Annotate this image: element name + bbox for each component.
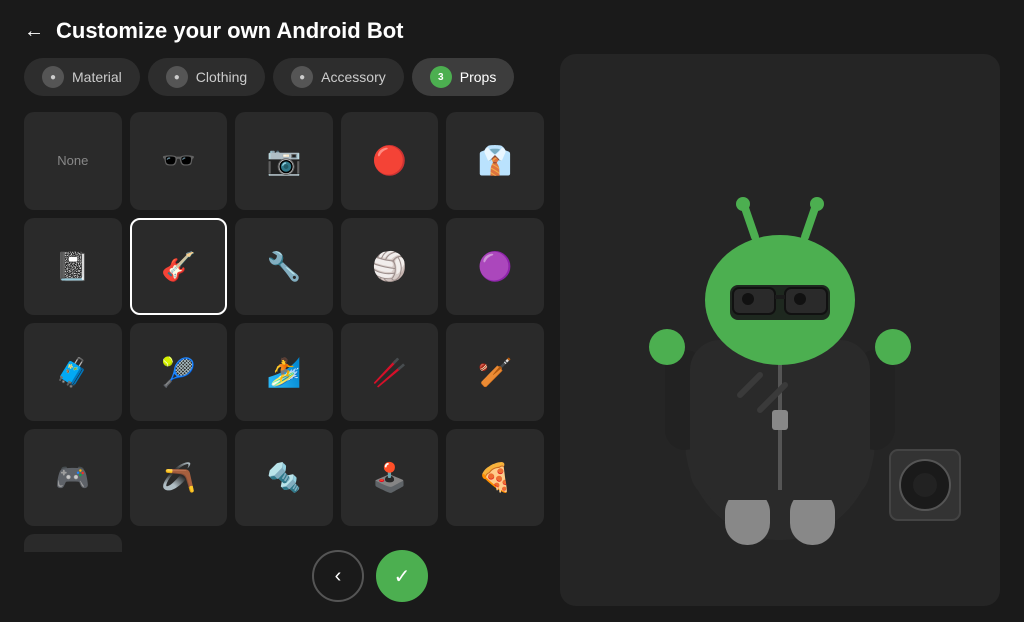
grid-item-hat[interactable]: 🩷 (24, 534, 122, 552)
grid-item-none[interactable]: None (24, 112, 122, 210)
grid-item-tools[interactable]: 🔧 (235, 218, 333, 316)
grid-item-ball[interactable]: 🏐 (341, 218, 439, 316)
grid-item-racket[interactable]: 🎾 (130, 323, 228, 421)
bottom-navigation: ‹ ✓ (312, 550, 428, 602)
grid-item-surf[interactable]: 🏄 (235, 323, 333, 421)
android-bot-image (590, 100, 970, 560)
page-title: Customize your own Android Bot (56, 18, 404, 44)
material-tab-icon: ● (42, 66, 64, 88)
grid-item-purple[interactable]: 🟣 (446, 218, 544, 316)
accessory-tab-icon: ● (291, 66, 313, 88)
grid-item-pizza[interactable]: 🍕 (446, 429, 544, 527)
back-arrow-icon: ← (24, 20, 44, 43)
grid-item-glasses1[interactable]: 🕶️ (130, 112, 228, 210)
grid-item-tie[interactable]: 👔 (446, 112, 544, 210)
clothing-tab-icon: ● (166, 66, 188, 88)
grid-item-cam[interactable]: 📷 (235, 112, 333, 210)
previous-button[interactable]: ‹ (312, 550, 364, 602)
android-preview (560, 54, 1000, 606)
confirm-button[interactable]: ✓ (376, 550, 428, 602)
preview-panel (560, 54, 1000, 606)
grid-item-chopsticks[interactable]: 🥢 (341, 323, 439, 421)
main-content: ● Material ● Clothing ● Accessory 3 Props None🕶… (0, 54, 1024, 606)
grid-item-console[interactable]: 🕹️ (341, 429, 439, 527)
grid-item-guitar[interactable]: 🎸 (130, 218, 228, 316)
tab-material[interactable]: ● Material (24, 58, 140, 96)
tab-clothing[interactable]: ● Clothing (148, 58, 265, 96)
back-button[interactable]: ← (24, 20, 44, 43)
tab-props[interactable]: 3 Props (412, 58, 515, 96)
grid-item-suitcase[interactable]: 🧳 (24, 323, 122, 421)
grid-item-gamepad[interactable]: 🎮 (24, 429, 122, 527)
clothing-tab-label: Clothing (196, 69, 247, 85)
grid-item-bat[interactable]: 🏏 (446, 323, 544, 421)
props-tab-icon: 3 (430, 66, 452, 88)
tab-accessory[interactable]: ● Accessory (273, 58, 404, 96)
tabs-bar: ● Material ● Clothing ● Accessory 3 Props (24, 54, 544, 100)
material-tab-label: Material (72, 69, 122, 85)
props-tab-label: Props (460, 69, 497, 85)
left-panel: ● Material ● Clothing ● Accessory 3 Props None🕶… (24, 54, 544, 606)
grid-item-book[interactable]: 📓 (24, 218, 122, 316)
accessory-tab-label: Accessory (321, 69, 386, 85)
grid-item-pipe[interactable]: 🔩 (235, 429, 333, 527)
grid-item-boomerang[interactable]: 🪃 (130, 429, 228, 527)
grid-item-band[interactable]: 🔴 (341, 112, 439, 210)
props-grid: None🕶️📷🔴👔 📓🎸🔧🏐🟣 🧳🎾🏄🥢🏏 🎮🪃🔩🕹️🍕 🩷 (24, 112, 544, 552)
